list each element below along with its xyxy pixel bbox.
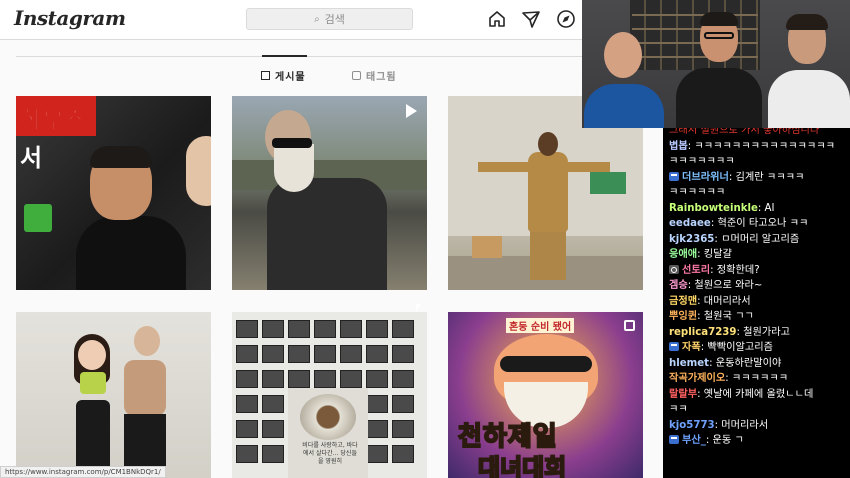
chat-message: ㅋㅋㅋㅋㅋㅋ xyxy=(663,185,850,201)
post-thumbnail[interactable]: 비다를 사랑하고, 바다에서 살다간… 당신들을 영원히 xyxy=(232,312,427,478)
chat-nickname[interactable]: 선토리 xyxy=(682,265,710,276)
chat-message: 부산_: 운동 ㄱ xyxy=(663,433,850,449)
chat-nickname[interactable]: kjk2365 xyxy=(669,234,714,245)
tag-icon xyxy=(352,71,361,80)
chat-text: 운동하란말이야 xyxy=(715,357,782,369)
post-overlay-text: 하우스 xyxy=(19,106,87,135)
chat-text: 철원으로 와라~ xyxy=(694,280,763,291)
chat-text: 머머리라서 xyxy=(721,419,769,431)
chat-nickname[interactable]: 뿌잉퀸 xyxy=(669,311,697,322)
instagram-logo[interactable]: Instagram xyxy=(14,6,126,30)
post-thumbnail[interactable]: 하우스 서 xyxy=(16,96,211,290)
chat-nickname[interactable]: 부산_ xyxy=(682,435,706,446)
chat-message: 겜승: 철원으로 와라~ xyxy=(669,280,763,291)
chat-text: 킹달걀 xyxy=(703,249,732,260)
chat-nickname[interactable]: 더브라위너 xyxy=(682,172,729,183)
tab-posts-label: 게시물 xyxy=(275,72,306,83)
webcam-overlay xyxy=(582,0,850,128)
chat-text: 그래서 철원으로 가서 좋아하심니다 xyxy=(669,128,820,136)
chat-nickname[interactable]: Rainbowteinkle xyxy=(669,203,758,214)
video-icon xyxy=(406,104,417,118)
chat-text: ㅋㅋ xyxy=(669,404,688,415)
chat-nickname[interactable]: 랄랄부 xyxy=(669,389,697,400)
chat-message: 선토리: 정확한데? xyxy=(663,263,850,279)
instagram-page: Instagram ⌕ 검색 게시물 태그됨 하우스 서 비다를 사랑하고, 바… xyxy=(0,0,663,478)
chat-nickname[interactable]: 겜승 xyxy=(669,280,688,291)
chat-nickname[interactable]: replica7239 xyxy=(669,327,736,338)
chat-text: 김계란 ㅋㅋㅋㅋ xyxy=(735,171,805,183)
chat-nickname[interactable]: kjo5773 xyxy=(669,420,715,431)
home-icon[interactable] xyxy=(487,9,507,29)
chat-text: 옛날에 카페에 올렸ㄴㄴ데 xyxy=(703,388,814,400)
chat-text: 혁준이 타고오나 ㅋㅋ xyxy=(717,218,809,229)
user-badge-icon xyxy=(669,264,679,274)
instagram-header: Instagram ⌕ 검색 xyxy=(0,0,663,40)
chat-message: kjk2365: ㅁ머머리 알고리즘 xyxy=(669,233,800,245)
streamer-person xyxy=(674,10,764,128)
chat-message: 자폭: 빡빡이알고리즘 xyxy=(663,340,850,356)
streamer-person xyxy=(768,12,850,128)
chat-message: ㅋㅋㅋㅋㅋㅋㅋ xyxy=(663,154,850,170)
chat-message: replica7239: 철원가라고 xyxy=(669,326,791,338)
chat-message: hlemet: 운동하란말이야 xyxy=(669,357,782,369)
carousel-icon xyxy=(624,320,635,331)
post-overlay-text: 대녀대회 xyxy=(477,453,567,478)
chat-text: ㅁ머머리 알고리즘 xyxy=(721,233,800,245)
tab-posts[interactable]: 게시물 xyxy=(261,68,306,83)
chat-nickname[interactable]: 자폭 xyxy=(682,342,701,353)
chat-message: 뿌잉퀸: 철원국 ㄱㄱ xyxy=(669,311,754,322)
chat-nickname[interactable]: eedaee xyxy=(669,218,711,229)
chat-text: AI xyxy=(764,202,775,214)
chat-text: 정확한데? xyxy=(716,264,760,276)
chat-message: 볍봅: ㅋㅋㅋㅋㅋㅋㅋㅋㅋㅋㅋㅋㅋㅋㅋ xyxy=(669,140,836,152)
chat-nickname[interactable]: 응애애 xyxy=(669,249,697,260)
chat-text: 빡빡이알고리즘 xyxy=(707,342,774,353)
grid-icon xyxy=(261,71,270,80)
streamer-person xyxy=(582,32,666,128)
chat-nickname[interactable]: 볍봅 xyxy=(669,141,688,152)
chat-text: 철원가라고 xyxy=(743,326,791,338)
crown-badge-icon xyxy=(669,171,679,181)
live-chat-panel: 그래서 철원으로 가서 좋아하심니다 볍봅: ㅋㅋㅋㅋㅋㅋㅋㅋㅋㅋㅋㅋㅋㅋㅋ ㅋㅋㅋ… xyxy=(663,128,850,478)
chat-text: 철원국 ㄱㄱ xyxy=(703,311,754,322)
chat-text: ㅋㅋㅋㅋㅋㅋ xyxy=(731,373,789,384)
chat-message: 더브라위너: 김계란 ㅋㅋㅋㅋ xyxy=(663,170,850,186)
tab-tagged[interactable]: 태그됨 xyxy=(352,68,397,83)
tab-tagged-label: 태그됨 xyxy=(366,72,397,83)
chat-text: 대머리라서 xyxy=(703,295,751,307)
status-bar-url: https://www.instagram.com/p/CM1BNkDQr1/ xyxy=(0,466,166,478)
direct-icon[interactable] xyxy=(521,9,541,29)
chat-nickname[interactable]: 금정맨 xyxy=(669,296,697,307)
chat-text: 운동 ㄱ xyxy=(712,435,744,446)
chat-text: ㅋㅋㅋㅋㅋㅋㅋ xyxy=(669,156,735,167)
chat-text: ㅋㅋㅋㅋㅋㅋㅋㅋㅋㅋㅋㅋㅋㅋㅋ xyxy=(694,140,836,152)
post-thumbnail[interactable] xyxy=(232,96,427,290)
active-tab-indicator xyxy=(262,55,307,57)
chat-message: 응애애: 킹달걀 xyxy=(669,249,732,260)
search-input[interactable]: ⌕ 검색 xyxy=(246,8,413,30)
chat-message: Rainbowteinkle: AI xyxy=(669,202,775,214)
chat-nickname[interactable]: hlemet xyxy=(669,358,709,369)
chat-message: kjo5773: 머머리라서 xyxy=(669,419,769,431)
chat-message: eedaee: 혁준이 타고오나 ㅋㅋ xyxy=(669,218,809,229)
chat-message: ㅋㅋ xyxy=(663,402,850,418)
chat-message: 랄랄부: 옛날에 카페에 올렸ㄴㄴ데 xyxy=(669,388,814,400)
search-icon: ⌕ xyxy=(314,13,320,25)
search-placeholder: 검색 xyxy=(324,13,345,26)
explore-icon[interactable] xyxy=(556,9,576,29)
crown-badge-icon xyxy=(669,342,679,351)
chat-message: 금정맨: 대머리라서 xyxy=(669,295,751,307)
crown-badge-icon xyxy=(669,435,679,444)
chat-text: ㅋㅋㅋㅋㅋㅋ xyxy=(669,187,726,198)
post-overlay-text: 혼둥 순비 됐어 xyxy=(506,318,575,333)
post-overlay-text: 서 xyxy=(20,144,43,172)
chat-nickname[interactable]: 작곡가제이오 xyxy=(669,373,725,384)
mouse-cursor-icon xyxy=(415,303,426,314)
chat-message: 그래서 철원으로 가서 좋아하심니다 xyxy=(663,128,850,139)
chat-message: 작곡가제이오: ㅋㅋㅋㅋㅋㅋ xyxy=(669,373,789,384)
post-thumbnail[interactable]: 혼둥 순비 됐어 천하제일 대녀대회 xyxy=(448,312,643,478)
post-overlay-text: 비다를 사랑하고, 바다에서 살다간… 당신들을 영원히 xyxy=(302,442,358,465)
post-thumbnail[interactable] xyxy=(16,312,211,478)
